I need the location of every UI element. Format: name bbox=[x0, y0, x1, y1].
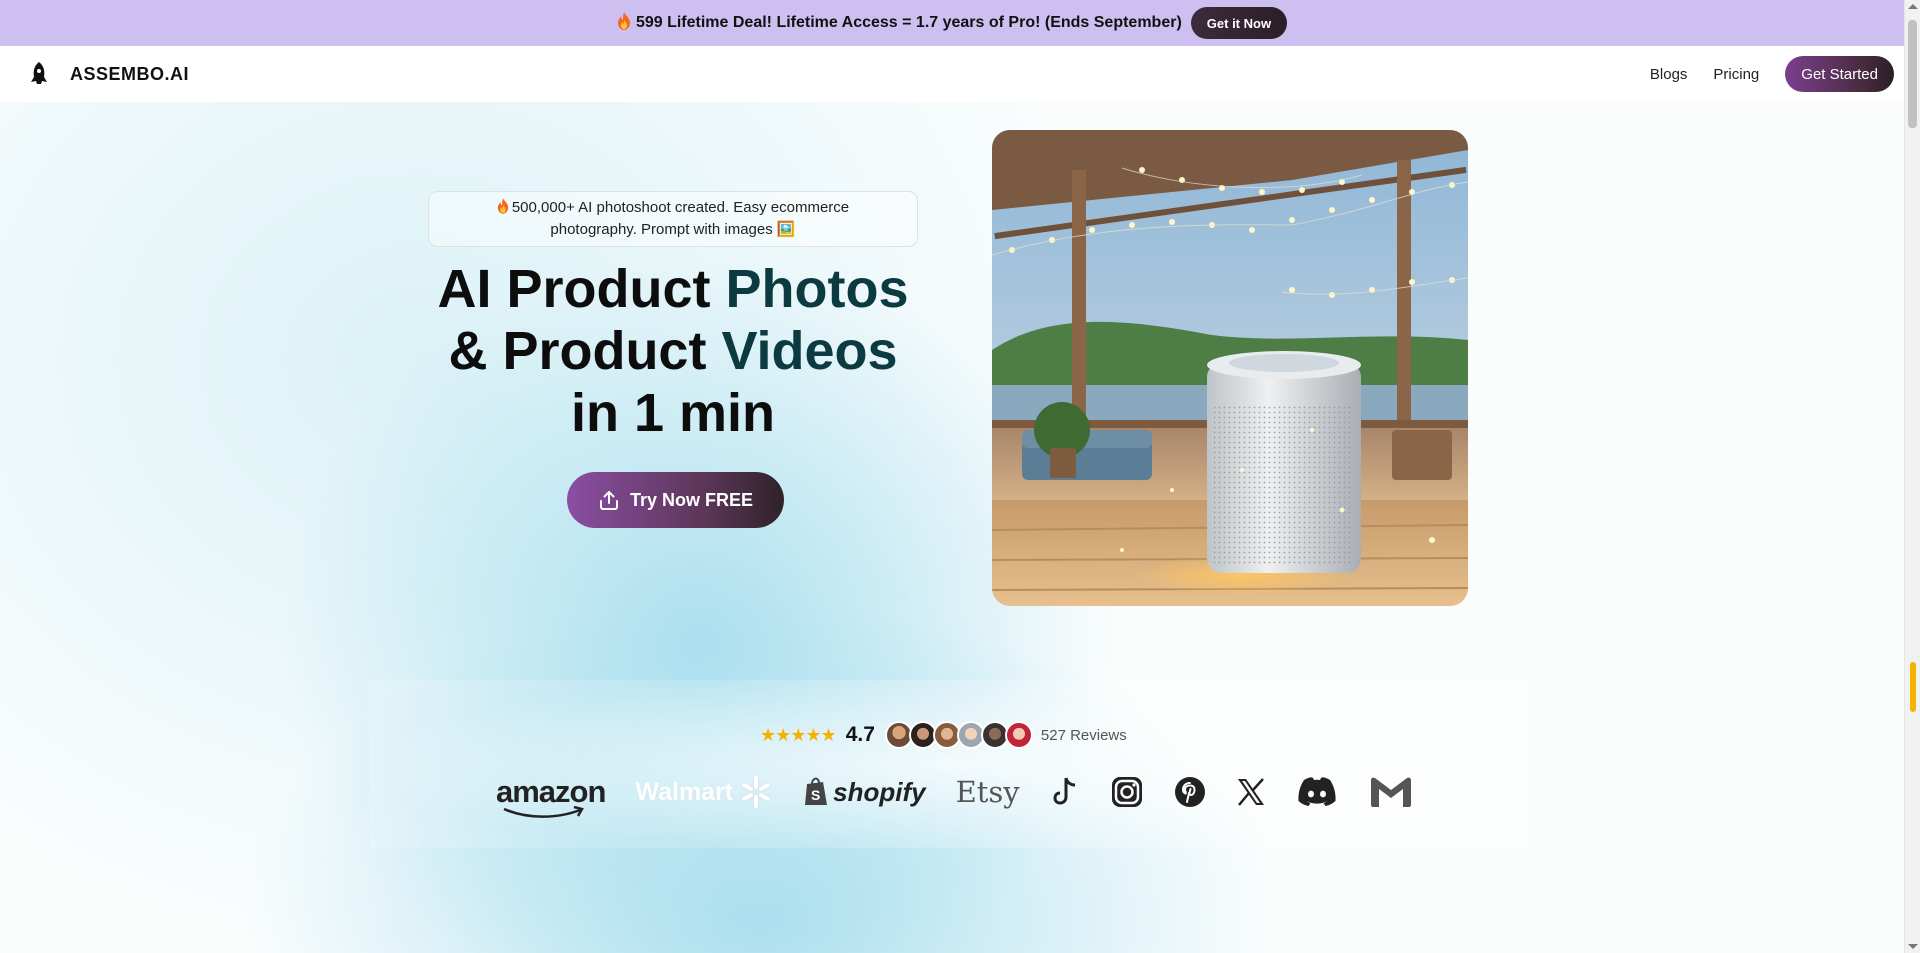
headline-part-1: AI Product bbox=[437, 259, 726, 319]
logo[interactable]: ASSEMBO.AI bbox=[30, 62, 189, 86]
rating-row: ★★★★★ 4.7 527 Reviews bbox=[760, 720, 1127, 750]
instagram-icon bbox=[1110, 775, 1144, 809]
stat-pill: 500,000+ AI photoshoot created. Easy eco… bbox=[428, 191, 918, 247]
avatar bbox=[1004, 721, 1033, 749]
vertical-scrollbar[interactable] bbox=[1904, 0, 1920, 953]
social-proof-band bbox=[370, 680, 1530, 848]
discord-icon bbox=[1296, 776, 1338, 808]
tiktok-icon bbox=[1050, 776, 1080, 808]
reviewer-avatars bbox=[884, 721, 1033, 749]
scroll-down-arrow-icon[interactable] bbox=[1908, 944, 1918, 949]
etsy-logo: Etsy bbox=[955, 775, 1020, 809]
pinterest-icon bbox=[1174, 776, 1206, 808]
promo-banner: 599 Lifetime Deal! Lifetime Access = 1.7… bbox=[0, 0, 1904, 46]
nav-links: Blogs Pricing Get Started bbox=[1650, 56, 1894, 92]
headline-accent-videos: Videos bbox=[721, 321, 898, 381]
rocket-icon bbox=[30, 62, 48, 86]
headline-part-2: & Product bbox=[448, 321, 722, 381]
fire-icon bbox=[497, 198, 509, 220]
logo-text: ASSEMBO.AI bbox=[70, 63, 190, 84]
stat-text: 500,000+ AI photoshoot created. Easy eco… bbox=[511, 199, 850, 238]
reviews-count: 527 Reviews bbox=[1040, 726, 1127, 744]
side-tab-marker[interactable] bbox=[1910, 662, 1916, 712]
upload-icon bbox=[598, 489, 620, 511]
gmail-icon bbox=[1368, 775, 1414, 809]
hero-headline: AI Product Photos & Product Videos in 1 … bbox=[410, 258, 936, 444]
try-now-free-button[interactable]: Try Now FREE bbox=[567, 472, 784, 528]
get-it-now-button[interactable]: Get it Now bbox=[1190, 7, 1288, 39]
navbar: ASSEMBO.AI Blogs Pricing Get Started bbox=[0, 46, 1904, 102]
product-photo-image bbox=[992, 130, 1468, 606]
promo-text: 599 Lifetime Deal! Lifetime Access = 1.7… bbox=[635, 14, 1182, 31]
x-icon bbox=[1236, 778, 1266, 806]
shopify-logo: S shopify bbox=[803, 777, 926, 808]
get-started-button[interactable]: Get Started bbox=[1785, 56, 1894, 92]
nav-link-pricing[interactable]: Pricing bbox=[1713, 66, 1759, 83]
walmart-logo: Walmart bbox=[635, 775, 773, 809]
headline-part-3: in 1 min bbox=[570, 383, 776, 443]
try-now-label: Try Now FREE bbox=[629, 489, 754, 510]
scroll-thumb[interactable] bbox=[1908, 20, 1917, 128]
star-rating-icon: ★★★★★ bbox=[760, 724, 837, 745]
scroll-up-arrow-icon[interactable] bbox=[1908, 4, 1918, 9]
amazon-logo: amazon bbox=[496, 774, 606, 818]
svg-text:S: S bbox=[811, 787, 820, 803]
fire-icon bbox=[617, 11, 631, 35]
headline-accent-photos: Photos bbox=[725, 259, 909, 319]
rating-score: 4.7 bbox=[845, 723, 875, 746]
nav-link-blogs[interactable]: Blogs bbox=[1650, 66, 1688, 83]
brand-logos: amazon Walmart S shopify Etsy bbox=[496, 770, 1444, 818]
